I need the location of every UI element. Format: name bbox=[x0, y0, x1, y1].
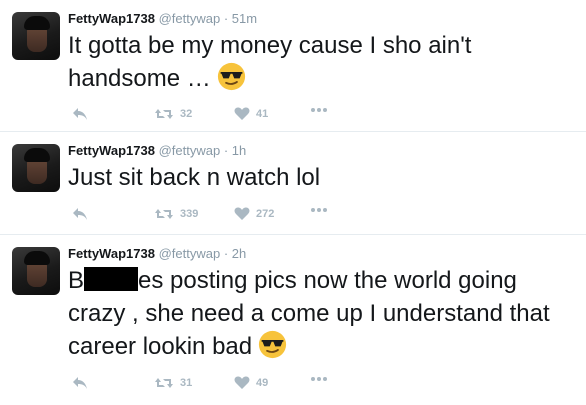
tweet[interactable]: FettyWap1738 @fettywap · 2h Bes posting … bbox=[0, 235, 586, 405]
heart-icon bbox=[234, 207, 250, 220]
heart-icon bbox=[234, 376, 250, 389]
like-count: 272 bbox=[256, 208, 275, 220]
tweet-actions: 32 41 bbox=[72, 107, 332, 123]
more-options-button[interactable] bbox=[310, 107, 328, 113]
display-name[interactable]: FettyWap1738 bbox=[68, 11, 155, 26]
separator-dot: · bbox=[223, 246, 229, 261]
reply-icon bbox=[73, 108, 87, 120]
tweet[interactable]: FettyWap1738 @fettywap · 1h Just sit bac… bbox=[0, 132, 586, 235]
retweet-icon bbox=[155, 378, 173, 388]
like-count: 49 bbox=[256, 377, 269, 389]
tweet-actions: 31 49 bbox=[72, 376, 332, 392]
retweet-count: 339 bbox=[180, 208, 199, 220]
timestamp[interactable]: 1h bbox=[232, 143, 246, 158]
reply-icon bbox=[73, 208, 87, 220]
tweet-text: Bes posting pics now the world going cra… bbox=[68, 264, 578, 363]
retweet-button[interactable]: 339 bbox=[154, 207, 198, 221]
username-handle[interactable]: @fettywap bbox=[159, 246, 221, 261]
redaction-block bbox=[84, 267, 139, 291]
tweet-text: It gotta be my money cause I sho ain't h… bbox=[68, 29, 578, 95]
sunglasses-emoji-icon bbox=[259, 330, 287, 359]
tweet-text-content: It gotta be my money cause I sho ain't h… bbox=[68, 32, 472, 92]
tweet-text-start: B bbox=[68, 267, 85, 294]
tweet-actions: 339 272 bbox=[72, 207, 332, 223]
reply-button[interactable] bbox=[72, 207, 88, 221]
separator-dot: · bbox=[223, 11, 229, 26]
reply-icon bbox=[73, 377, 87, 389]
display-name[interactable]: FettyWap1738 bbox=[68, 143, 155, 158]
retweet-icon bbox=[155, 109, 173, 119]
reply-button[interactable] bbox=[72, 376, 88, 390]
tweet-text: Just sit back n watch lol bbox=[68, 161, 578, 194]
like-button[interactable]: 272 bbox=[234, 207, 274, 221]
more-options-button[interactable] bbox=[310, 376, 328, 382]
tweet-header: FettyWap1738 @fettywap · 1h bbox=[68, 143, 586, 159]
more-icon bbox=[311, 108, 327, 112]
timestamp[interactable]: 51m bbox=[232, 11, 257, 26]
separator-dot: · bbox=[223, 143, 229, 158]
retweet-icon bbox=[155, 209, 173, 219]
avatar[interactable] bbox=[12, 247, 60, 295]
display-name[interactable]: FettyWap1738 bbox=[68, 246, 155, 261]
like-button[interactable]: 49 bbox=[234, 376, 268, 390]
username-handle[interactable]: @fettywap bbox=[159, 143, 221, 158]
tweet-text-content: es posting pics now the world going craz… bbox=[68, 267, 550, 360]
retweet-count: 32 bbox=[180, 108, 193, 120]
retweet-button[interactable]: 31 bbox=[154, 376, 192, 390]
more-icon bbox=[311, 377, 327, 381]
avatar[interactable] bbox=[12, 12, 60, 60]
heart-icon bbox=[234, 107, 250, 120]
sunglasses-emoji-icon bbox=[217, 62, 245, 91]
more-icon bbox=[311, 208, 327, 212]
reply-button[interactable] bbox=[72, 107, 88, 121]
tweet-text-content: Just sit back n watch lol bbox=[68, 164, 321, 191]
like-button[interactable]: 41 bbox=[234, 107, 268, 121]
tweet[interactable]: FettyWap1738 @fettywap · 51m It gotta be… bbox=[0, 0, 586, 132]
tweet-header: FettyWap1738 @fettywap · 2h bbox=[68, 246, 586, 262]
more-options-button[interactable] bbox=[310, 207, 328, 213]
username-handle[interactable]: @fettywap bbox=[159, 11, 221, 26]
timestamp[interactable]: 2h bbox=[232, 246, 246, 261]
avatar[interactable] bbox=[12, 144, 60, 192]
tweet-header: FettyWap1738 @fettywap · 51m bbox=[68, 11, 586, 27]
like-count: 41 bbox=[256, 108, 269, 120]
retweet-button[interactable]: 32 bbox=[154, 107, 192, 121]
retweet-count: 31 bbox=[180, 377, 193, 389]
